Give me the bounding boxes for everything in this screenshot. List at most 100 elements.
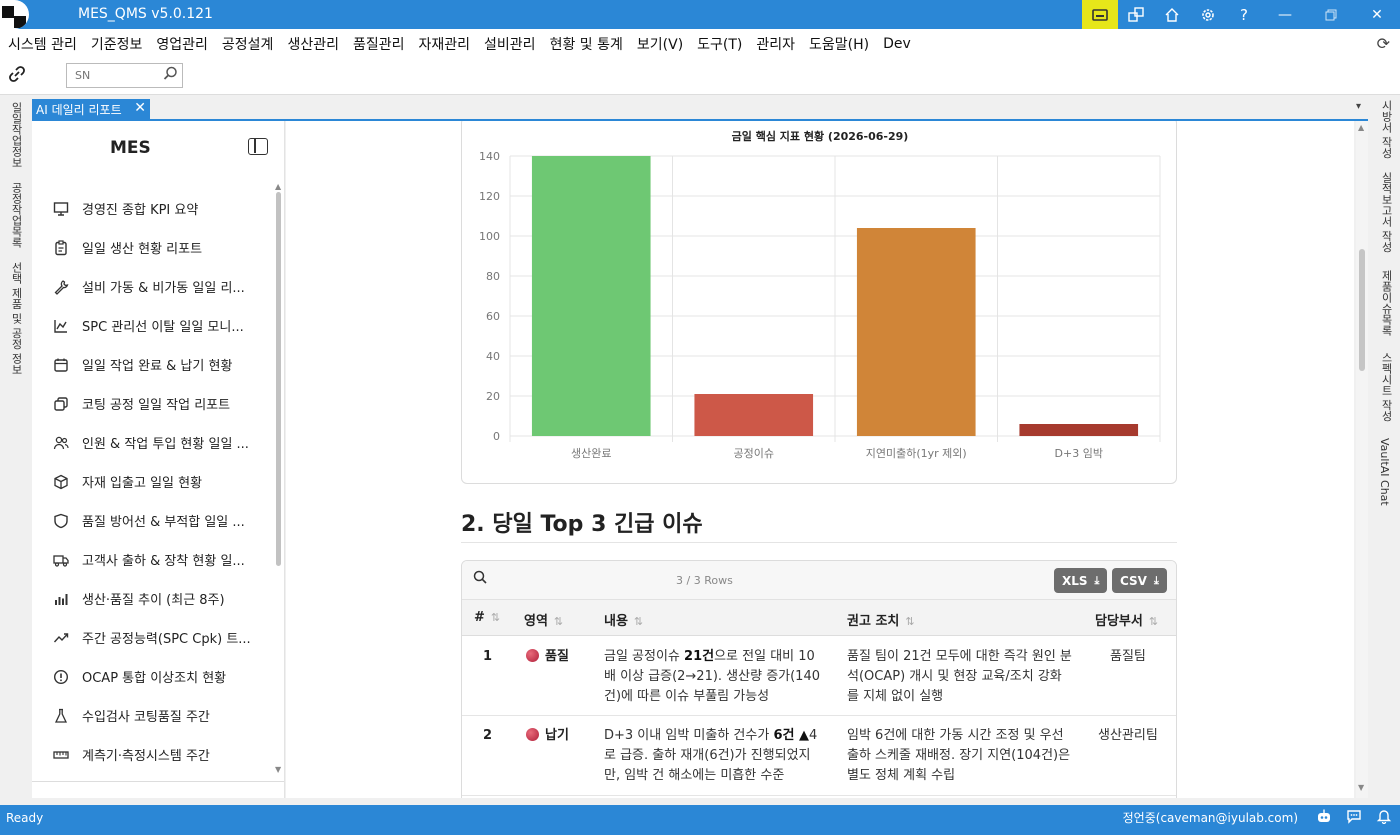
status-text: Ready bbox=[6, 811, 44, 825]
y-tick-label: 80 bbox=[486, 270, 500, 283]
y-tick-label: 40 bbox=[486, 350, 500, 363]
sidebar-item[interactable]: 수입검사 코팅품질 주간 bbox=[32, 696, 277, 735]
scroll-down-icon[interactable]: ▼ bbox=[275, 765, 281, 774]
right-tab-spec-writing[interactable]: 시방서 작성 bbox=[1378, 100, 1394, 159]
row-count: 3 / 3 Rows bbox=[676, 574, 733, 587]
xls-label: XLS bbox=[1062, 573, 1088, 588]
chat-icon[interactable] bbox=[1346, 808, 1362, 828]
menu-sales[interactable]: 영업관리 bbox=[156, 34, 208, 54]
left-dock-tabs: 일일작업정보 공정작업목록 선택 제품 및 공정 정보 bbox=[0, 96, 30, 799]
sidebar-item[interactable]: 자재 입출고 일일 현황 bbox=[32, 462, 277, 501]
right-tab-vaultai-chat[interactable]: VaultAI Chat bbox=[1378, 438, 1391, 506]
menu-equipment[interactable]: 설비관리 bbox=[484, 34, 536, 54]
sidebar-item[interactable]: SPC 관리선 이탈 일일 모니... bbox=[32, 306, 277, 345]
menu-production[interactable]: 생산관리 bbox=[287, 34, 339, 54]
sidebar-scrollbar[interactable] bbox=[276, 192, 281, 566]
sidebar-item[interactable]: 고객사 출하 & 장착 현황 일... bbox=[32, 540, 277, 579]
y-tick-label: 120 bbox=[479, 190, 500, 203]
menu-status-stats[interactable]: 현황 및 통계 bbox=[550, 34, 623, 54]
users-icon bbox=[52, 434, 70, 452]
menu-quality[interactable]: 품질관리 bbox=[353, 34, 405, 54]
xls-export-button[interactable]: XLS ⤓ bbox=[1054, 568, 1108, 593]
sidebar-toggle-icon[interactable] bbox=[248, 138, 268, 155]
sidebar-item[interactable]: OCAP 통합 이상조치 현황 bbox=[32, 657, 277, 696]
sidebar-item[interactable]: 코팅 공정 일일 작업 리포트 bbox=[32, 384, 277, 423]
menu-help[interactable]: 도움말(H) bbox=[809, 34, 869, 54]
right-tab-spec-sheet[interactable]: 스펙시트 작성 bbox=[1378, 352, 1394, 422]
kpi-bar-chart: 금일 핵심 지표 현황 (2026-06-29) 0 20 40 60 80 100 120 1… bbox=[479, 129, 1161, 460]
scroll-down-icon[interactable]: ▼ bbox=[1358, 783, 1364, 792]
scroll-thumb[interactable] bbox=[1359, 249, 1365, 371]
clipboard-icon bbox=[52, 239, 70, 257]
sidebar-item[interactable]: 인원 & 작업 투입 현황 일일 ... bbox=[32, 423, 277, 462]
bot-icon[interactable] bbox=[1316, 808, 1332, 828]
sn-search-input[interactable] bbox=[67, 64, 157, 86]
close-window-icon[interactable]: ✕ bbox=[1354, 0, 1400, 29]
csv-export-button[interactable]: CSV ⤓ bbox=[1112, 568, 1167, 593]
menu-dev[interactable]: Dev bbox=[883, 36, 911, 52]
sidebar-item-label: 설비 가동 & 비가동 일일 리... bbox=[82, 281, 245, 296]
flask-icon bbox=[52, 707, 70, 725]
left-tab-daily-work[interactable]: 일일작업정보 bbox=[8, 102, 24, 168]
right-tab-product-issues[interactable]: 제품이슈목록 bbox=[1378, 270, 1394, 336]
sidebar-item-label: 코팅 공정 일일 작업 리포트 bbox=[82, 398, 231, 413]
left-tab-process-list[interactable]: 공정작업목록 bbox=[8, 182, 24, 248]
tab-ai-daily-report[interactable]: AI 데일리 리포트 ✕ bbox=[32, 99, 150, 120]
link-icon[interactable] bbox=[8, 65, 26, 88]
right-dock-tabs: 시방서 작성 실적보고서 작성 제품이슈목록 스펙시트 작성 VaultAI C… bbox=[1368, 96, 1400, 799]
toolbar bbox=[0, 58, 1400, 95]
header-action[interactable]: 권고 조치 ⇅ bbox=[847, 610, 915, 629]
sidebar-item-label: 수입검사 코팅품질 주간 bbox=[82, 710, 210, 725]
sidebar-item[interactable]: 일일 생산 현황 리포트 bbox=[32, 228, 277, 267]
y-tick-label: 100 bbox=[479, 230, 500, 243]
restore-icon[interactable] bbox=[1308, 0, 1354, 29]
search-icon[interactable] bbox=[163, 66, 178, 85]
header-content[interactable]: 내용 ⇅ bbox=[604, 610, 643, 629]
sidebar-item[interactable]: 생산·품질 추이 (최근 8주) bbox=[32, 579, 277, 618]
area-cell: 납기 bbox=[526, 726, 569, 746]
sidebar-divider bbox=[32, 781, 284, 782]
close-tab-icon[interactable]: ✕ bbox=[134, 100, 146, 116]
menu-material[interactable]: 자재관리 bbox=[419, 34, 471, 54]
home-icon[interactable] bbox=[1154, 0, 1190, 29]
menu-tools[interactable]: 도구(T) bbox=[697, 34, 742, 54]
table-row[interactable]: 2 납기 D+3 이내 임박 미출하 건수가 6건 ▲4로 급증. 출하 재개(… bbox=[462, 717, 1176, 796]
help-icon[interactable]: ? bbox=[1226, 0, 1262, 29]
window-layout-icon[interactable] bbox=[1118, 0, 1154, 29]
x-tick-label: 생산완료 bbox=[571, 447, 611, 460]
settings-icon[interactable] bbox=[1190, 0, 1226, 29]
menu-system[interactable]: 시스템 관리 bbox=[8, 34, 77, 54]
menu-process-design[interactable]: 공정설계 bbox=[222, 34, 274, 54]
keyboard-mode-icon[interactable] bbox=[1082, 0, 1118, 29]
sidebar-item[interactable]: 주간 공정능력(SPC Cpk) 트... bbox=[32, 618, 277, 657]
left-tab-product-process-info[interactable]: 선택 제품 및 공정 정보 bbox=[8, 262, 24, 375]
header-area[interactable]: 영역 ⇅ bbox=[524, 610, 563, 629]
tab-list-dropdown-icon[interactable]: ▾ bbox=[1356, 101, 1361, 112]
sidebar-item[interactable]: 설비 가동 & 비가동 일일 리... bbox=[32, 267, 277, 306]
table-row[interactable]: 1 품질 금일 공정이슈 21건으로 전일 대비 10배 이상 급증(2→21)… bbox=[462, 637, 1176, 716]
bar bbox=[531, 156, 651, 436]
header-dept[interactable]: 담당부서 ⇅ bbox=[1095, 610, 1158, 629]
bar-chart-icon bbox=[52, 590, 70, 608]
section-title: 2. 당일 Top 3 긴급 이슈 bbox=[461, 512, 703, 537]
table-search-icon[interactable] bbox=[473, 570, 487, 588]
content-scrollbar[interactable]: ▲ ▼ bbox=[1356, 121, 1368, 798]
sidebar-item[interactable]: 계측기·측정시스템 주간 bbox=[32, 735, 277, 774]
dept-cell: 품질팀 bbox=[1110, 649, 1146, 664]
menu-view[interactable]: 보기(V) bbox=[637, 34, 683, 54]
menu-master-data[interactable]: 기준정보 bbox=[91, 34, 143, 54]
bell-icon[interactable] bbox=[1376, 808, 1392, 828]
right-tab-result-report[interactable]: 실적보고서 작성 bbox=[1378, 172, 1394, 253]
menu-admin[interactable]: 관리자 bbox=[756, 34, 795, 54]
sidebar-item[interactable]: 일일 작업 완료 & 납기 현황 bbox=[32, 345, 277, 384]
header-num[interactable]: # ⇅ bbox=[474, 610, 500, 625]
sidebar-item[interactable]: 경영진 종합 KPI 요약 bbox=[32, 189, 277, 228]
sidebar-item-label: 생산·품질 추이 (최근 8주) bbox=[82, 593, 225, 608]
sidebar-item-label: 자재 입출고 일일 현황 bbox=[82, 476, 203, 491]
refresh-icon[interactable]: ⟳ bbox=[1377, 34, 1390, 53]
bar bbox=[856, 228, 976, 436]
sidebar-item[interactable]: 품질 방어선 & 부적합 일일 ... bbox=[32, 501, 277, 540]
scroll-up-icon[interactable]: ▲ bbox=[1358, 123, 1364, 132]
minimize-icon[interactable]: — bbox=[1262, 0, 1308, 29]
current-user[interactable]: 정언중(caveman@iyulab.com) bbox=[1123, 809, 1298, 826]
